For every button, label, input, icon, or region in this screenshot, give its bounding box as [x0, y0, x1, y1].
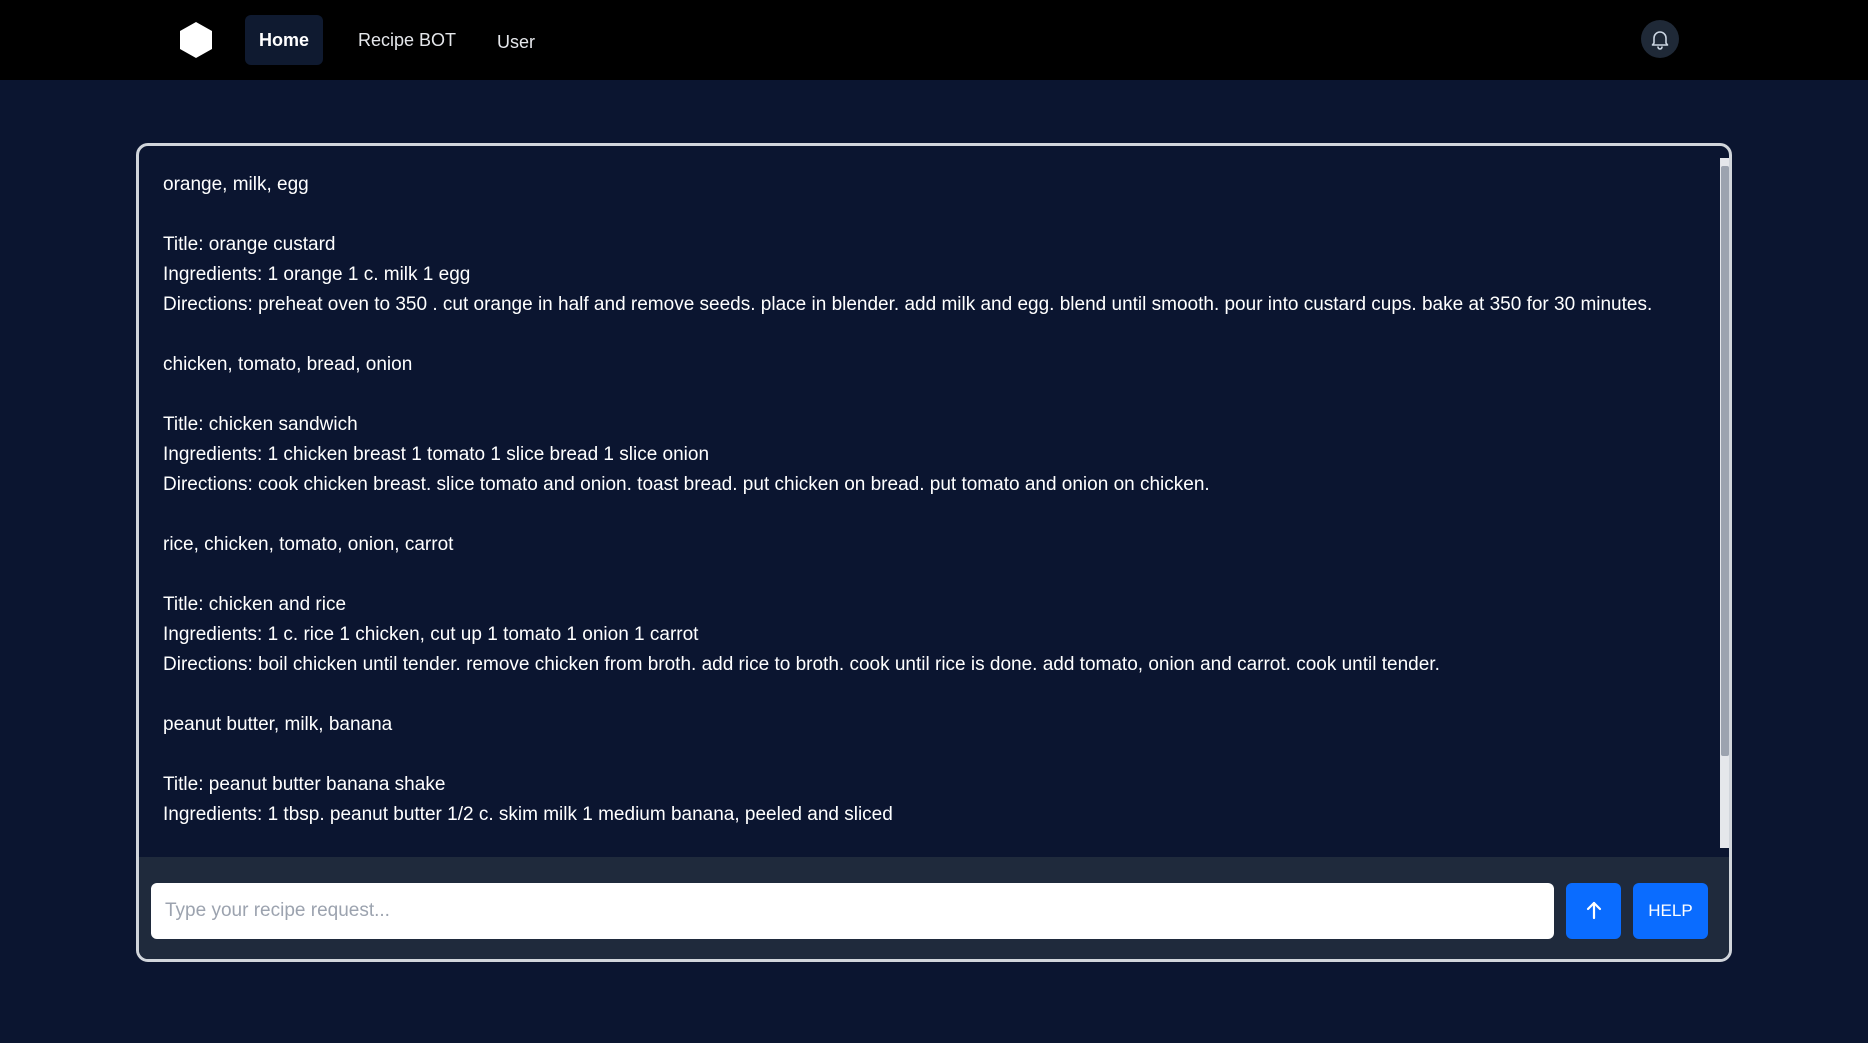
chat-line: [163, 560, 1683, 590]
recipe-request-input[interactable]: [151, 883, 1554, 939]
top-navbar: Home Recipe BOT User: [0, 0, 1868, 80]
chat-line: [163, 200, 1683, 230]
nav-home-link[interactable]: Home: [245, 15, 324, 65]
bell-icon[interactable]: [1641, 20, 1679, 58]
send-button[interactable]: [1566, 883, 1621, 939]
chat-messages[interactable]: orange, milk, egg Title: orange custard In…: [139, 146, 1729, 853]
help-button[interactable]: HELP: [1633, 883, 1708, 939]
chat-input-bar: HELP: [139, 857, 1729, 959]
chat-line: Directions: cook chicken breast. slice t…: [163, 474, 1210, 495]
chat-line: Ingredients: 1 tbsp. peanut butter 1/2 c…: [163, 804, 893, 825]
chat-line: peanut butter, milk, banana: [163, 714, 393, 735]
chat-line: [163, 500, 1683, 530]
nav-recipe-bot-link[interactable]: Recipe BOT: [344, 15, 470, 65]
chat-line: Ingredients: 1 chicken breast 1 tomato 1…: [163, 444, 710, 465]
chat-panel: orange, milk, egg Title: orange custard In…: [136, 143, 1732, 962]
arrow-up-icon: [1583, 899, 1605, 924]
chat-line: Ingredients: 1 c. rice 1 chicken, cut up…: [163, 624, 699, 645]
chat-line: Title: peanut butter banana shake: [163, 774, 446, 795]
chat-line: [163, 680, 1683, 710]
chat-line: Ingredients: 1 orange 1 c. milk 1 egg: [163, 264, 471, 285]
chat-line: [163, 380, 1683, 410]
chat-line: rice, chicken, tomato, onion, carrot: [163, 534, 454, 555]
chat-line: Directions: boil chicken until tender. r…: [163, 654, 1440, 675]
chat-line: [163, 740, 1683, 770]
hexagon-logo-icon[interactable]: [177, 20, 215, 60]
chat-line: [163, 320, 1683, 350]
chat-line: Directions: preheat oven to 350 . cut or…: [163, 294, 1653, 315]
nav-user-link[interactable]: User: [483, 17, 549, 67]
chat-scrollbar-thumb[interactable]: [1721, 166, 1729, 756]
chat-line: orange, milk, egg: [163, 174, 309, 195]
chat-line: Title: chicken sandwich: [163, 414, 358, 435]
chat-transcript: orange, milk, egg Title: orange custard In…: [163, 170, 1683, 830]
chat-scrollbar[interactable]: [1720, 158, 1729, 848]
chat-line: Title: chicken and rice: [163, 594, 347, 615]
chat-line: Title: orange custard: [163, 234, 336, 255]
chat-line: chicken, tomato, bread, onion: [163, 354, 413, 375]
